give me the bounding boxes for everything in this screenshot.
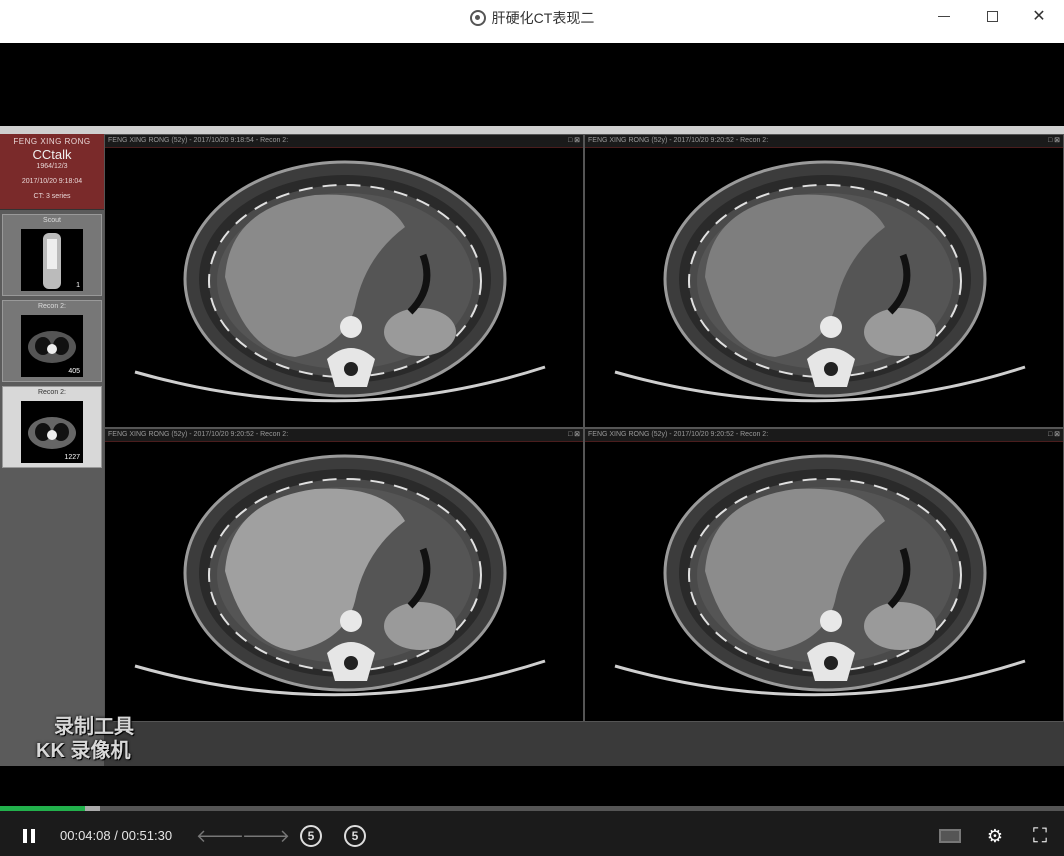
fullscreen-button[interactable]: ⛶ (1028, 822, 1052, 850)
recorder-watermark: 录制工具 KK 录像机 (36, 715, 134, 763)
spinal-canal (344, 362, 358, 376)
player-controls: 00:04:08 / 00:51:30 🡐 🡒 5 5 ⚙ ⛶ (0, 806, 1064, 856)
study-datetime: 2017/10/20 9:18:04 (21, 178, 83, 185)
forward-icon: 5 (344, 825, 366, 847)
viewport-header-text: FENG XING RONG (52y) - 2017/10/20 9:20:5… (588, 431, 769, 438)
series-label: Recon 2: (37, 389, 67, 396)
viewport-1[interactable]: FENG XING RONG (52y) - 2017/10/20 9:18:5… (104, 134, 584, 428)
total-time: 00:51:30 (121, 828, 173, 843)
picture-in-picture-button[interactable] (936, 822, 964, 850)
next-button[interactable]: 🡒 (242, 822, 290, 850)
series-thumbnail: 1227 (21, 401, 83, 463)
viewport-3[interactable]: FENG XING RONG (52y) - 2017/10/20 9:20:5… (104, 428, 584, 722)
maximize-icon (986, 10, 998, 22)
spleen (384, 602, 456, 650)
aorta (820, 610, 842, 632)
spleen (864, 602, 936, 650)
window-title: 肝硬化CT表现二 (0, 0, 1064, 36)
pause-button[interactable] (18, 822, 40, 850)
series-item-scout[interactable]: Scout 1 (2, 214, 102, 296)
series-thumbnail: 1 (21, 229, 83, 291)
pause-icon (23, 829, 35, 843)
series-item-recon-1[interactable]: Recon 2: 405 (2, 300, 102, 382)
scout-image (43, 233, 61, 289)
arrow-left-icon: 🡐 (195, 825, 245, 846)
aorta (340, 316, 362, 338)
rewind-5-button[interactable]: 5 (298, 822, 324, 850)
birth-date: 1964/12/3 (36, 163, 68, 170)
patient-info: FENG XING RONG CCtalk 1964/12/3 2017/10/… (0, 134, 104, 210)
spleen (864, 308, 936, 356)
arrow-right-icon: 🡒 (241, 825, 291, 846)
close-icon: ✕ (1032, 8, 1046, 25)
aorta (820, 316, 842, 338)
gear-icon: ⚙ (986, 825, 1004, 846)
ct-slice (614, 454, 1026, 697)
aorta (340, 610, 362, 632)
minimize-icon (938, 15, 950, 17)
ct-image (614, 160, 1026, 403)
spinal-canal (344, 656, 358, 670)
ct-slice (134, 160, 546, 403)
minimize-button[interactable] (930, 4, 958, 28)
title-bar: 肝硬化CT表现二 ✕ (0, 0, 1064, 43)
series-count: 1227 (64, 454, 80, 461)
series-label: Scout (43, 217, 61, 224)
series-count: 1 (76, 282, 80, 289)
played-bar (0, 806, 86, 811)
brand-label: CCtalk (32, 147, 72, 162)
series-item-recon-2[interactable]: Recon 2: 1227 (2, 386, 102, 468)
window-title-text: 肝硬化CT表现二 (491, 10, 595, 26)
close-button[interactable]: ✕ (1025, 4, 1053, 28)
fullscreen-icon: ⛶ (1033, 824, 1047, 847)
study-info: CT: 3 series (33, 193, 71, 200)
viewport-2[interactable]: FENG XING RONG (52y) - 2017/10/20 9:20:5… (584, 134, 1064, 428)
series-thumbnail: 405 (21, 315, 83, 377)
image-viewer-grid: FENG XING RONG (52y) - 2017/10/20 9:18:5… (104, 134, 1064, 766)
ct-image (134, 160, 546, 403)
rewind-icon: 5 (300, 825, 322, 847)
ct-image (614, 454, 1026, 697)
viewport-4[interactable]: FENG XING RONG (52y) - 2017/10/20 9:20:5… (584, 428, 1064, 722)
current-time: 00:04:08 (60, 828, 111, 843)
progress-bar[interactable] (0, 806, 1064, 811)
viewport-window-icons[interactable]: □ ⊠ (1048, 429, 1060, 441)
spinal-canal (824, 362, 838, 376)
series-count: 405 (68, 368, 80, 375)
time-separator: / (114, 828, 118, 843)
watermark-line-2: KK 录像机 (36, 740, 131, 762)
ct-slice (614, 160, 1026, 403)
viewport-window-icons[interactable]: □ ⊠ (568, 429, 580, 441)
forward-5-button[interactable]: 5 (342, 822, 368, 850)
patient-name: FENG XING RONG (13, 137, 91, 146)
dicom-viewer-app: FENG XING RONG CCtalk 1964/12/3 2017/10/… (0, 126, 1064, 766)
screen-icon (939, 829, 961, 843)
settings-button[interactable]: ⚙ (982, 822, 1008, 850)
spinal-canal (824, 656, 838, 670)
ct-slice (134, 454, 546, 697)
viewport-header-text: FENG XING RONG (52y) - 2017/10/20 9:20:5… (108, 431, 289, 438)
time-display: 00:04:08 / 00:51:30 (60, 822, 172, 850)
watermark-line-1: 录制工具 (54, 716, 134, 738)
viewport-header-text: FENG XING RONG (52y) - 2017/10/20 9:18:5… (108, 137, 289, 144)
viewport-window-icons[interactable]: □ ⊠ (568, 135, 580, 147)
maximize-button[interactable] (978, 4, 1006, 28)
viewport-window-icons[interactable]: □ ⊠ (1048, 135, 1060, 147)
video-area[interactable]: FENG XING RONG CCtalk 1964/12/3 2017/10/… (0, 43, 1064, 807)
app-logo-icon (469, 10, 486, 26)
viewer-sidebar: FENG XING RONG CCtalk 1964/12/3 2017/10/… (0, 134, 104, 766)
previous-button[interactable]: 🡐 (196, 822, 244, 850)
series-label: Recon 2: (37, 303, 67, 310)
viewport-header-text: FENG XING RONG (52y) - 2017/10/20 9:20:5… (588, 137, 769, 144)
spleen (384, 308, 456, 356)
ct-image (134, 454, 546, 697)
